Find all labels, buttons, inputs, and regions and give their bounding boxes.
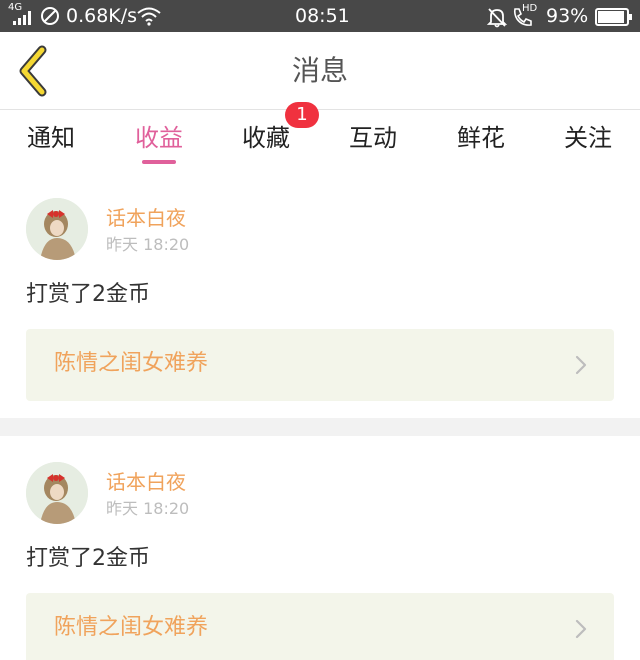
message-text: 打赏了2金币 (26, 546, 150, 571)
do-not-disturb-icon (41, 7, 59, 25)
section-divider (0, 418, 640, 436)
tab-notifications[interactable]: 通知 (22, 121, 80, 165)
tab-earnings[interactable]: 收益 (130, 121, 188, 165)
message-time: 昨天 18:20 (106, 235, 190, 254)
tab-bar: 通知 收益 收藏 互动 鲜花 关注 (0, 111, 640, 175)
network-speed: 0.68K/s (66, 5, 138, 27)
battery-icon (595, 8, 632, 26)
tab-flowers[interactable]: 鲜花 (452, 121, 510, 165)
hd-label: HD (522, 3, 538, 14)
status-bar: 4G 0.68K/s 08:51 HD 93% (0, 0, 640, 32)
message-time: 昨天 18:20 (106, 499, 190, 518)
sender-name[interactable]: 话本白夜 (106, 469, 186, 495)
clock: 08:51 (295, 5, 350, 27)
battery-percent: 93% (546, 5, 589, 27)
chevron-right-icon (575, 619, 587, 639)
book-title: 陈情之闺女难养 (54, 615, 209, 640)
mute-bell-icon (486, 8, 508, 28)
message-card: 话本白夜 昨天 18:20 打赏了2金币 陈情之闺女难养 (0, 436, 640, 660)
avatar[interactable] (26, 462, 88, 524)
message-card: 话本白夜 昨天 18:20 打赏了2金币 陈情之闺女难养 (0, 176, 640, 418)
tab-favorites[interactable]: 收藏 (237, 121, 295, 165)
tab-following[interactable]: 关注 (559, 121, 617, 165)
book-title: 陈情之闺女难养 (54, 351, 209, 376)
signal-icon (13, 11, 31, 25)
avatar[interactable] (26, 198, 88, 260)
chevron-right-icon (575, 355, 587, 375)
message-text: 打赏了2金币 (26, 282, 150, 307)
avatar-image (26, 462, 88, 524)
book-link[interactable]: 陈情之闺女难养 (26, 593, 614, 660)
wifi-icon (137, 7, 161, 26)
sender-name[interactable]: 话本白夜 (106, 205, 186, 231)
header-bar: 消息 (0, 32, 640, 110)
avatar-image (26, 198, 88, 260)
favorites-badge: 1 (285, 102, 319, 128)
tab-interactions[interactable]: 互动 (344, 121, 402, 165)
active-tab-indicator (142, 160, 176, 164)
book-link[interactable]: 陈情之闺女难养 (26, 329, 614, 401)
page-title: 消息 (291, 54, 348, 87)
